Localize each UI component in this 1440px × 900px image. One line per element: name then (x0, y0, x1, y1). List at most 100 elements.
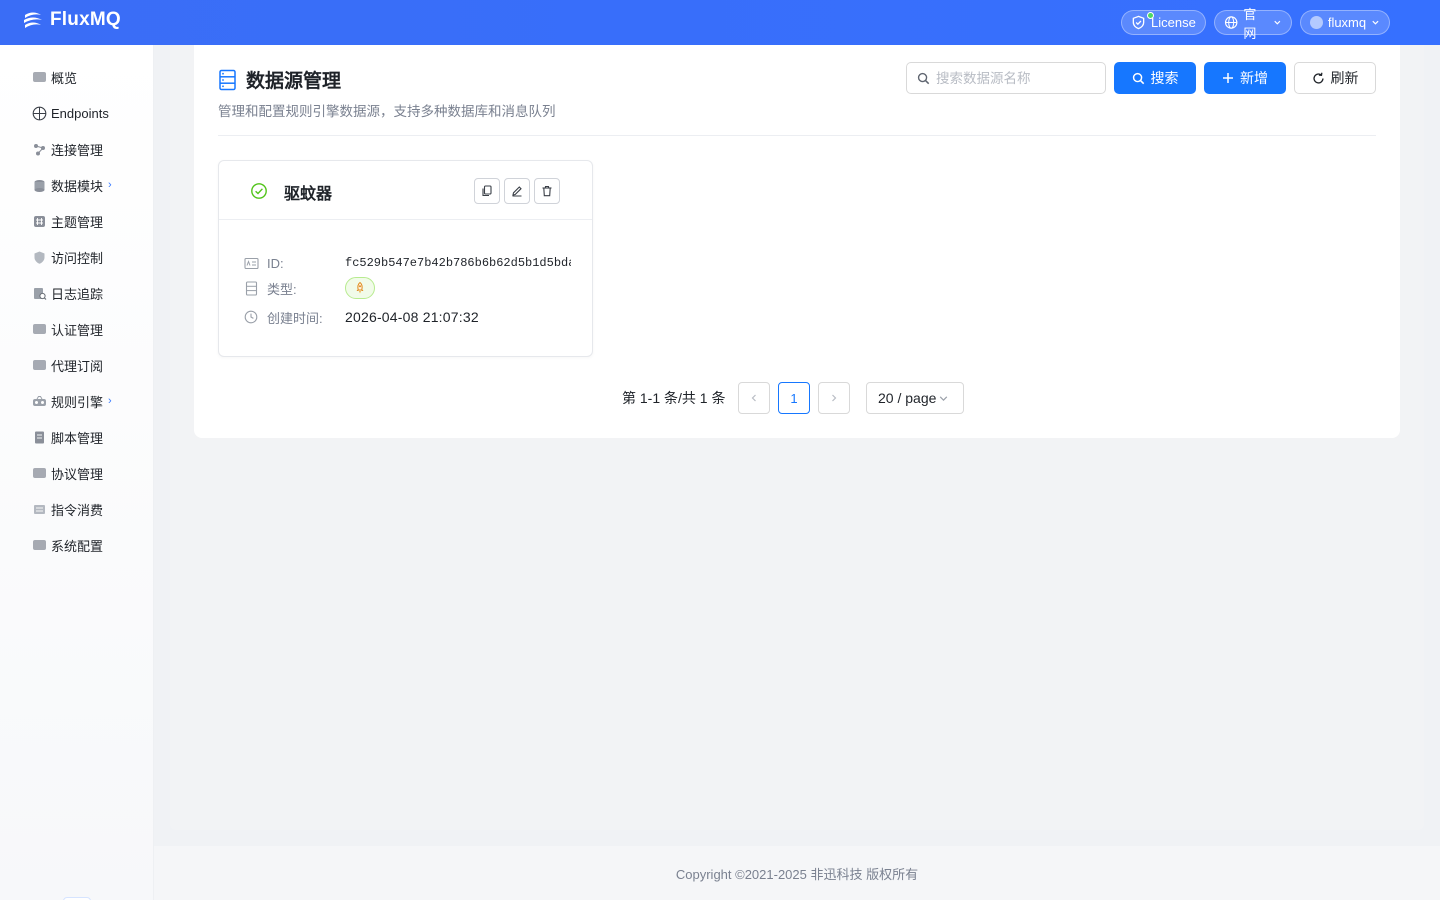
chevron-right-icon (832, 394, 837, 402)
page-header: 数据源管理 (218, 66, 341, 93)
sidebar-item-label: 协议管理 (51, 466, 104, 482)
sidebar-item-4[interactable]: 数据模块 › (32, 175, 112, 195)
rocket-icon (356, 281, 364, 294)
chevron-right-icon: › (108, 179, 112, 191)
auth-icon (32, 322, 47, 337)
copy-icon (482, 185, 492, 197)
avatar (1310, 16, 1323, 29)
datasource-card[interactable]: 驱蚊器 ID: fc529b547e7b42b786b6b62d5b1d5bda… (218, 160, 593, 357)
datasource-id: fc529b547e7b42b786b6b62d5b1d5bda (345, 256, 571, 270)
app-logo[interactable]: FluxMQ (22, 9, 121, 31)
official-site-dropdown[interactable]: 官网 (1214, 7, 1292, 41)
dashboard-icon (32, 70, 47, 85)
sidebar-item-label: 连接管理 (51, 142, 104, 158)
sidebar-item-5[interactable]: 主题管理 (32, 211, 103, 231)
datasource-id-row: ID: fc529b547e7b42b786b6b62d5b1d5bda (243, 253, 571, 273)
add-button-label: 新增 (1240, 70, 1268, 86)
prev-page-button[interactable] (738, 382, 770, 414)
chevron-down-icon (1372, 20, 1379, 25)
sidebar-item-3[interactable]: 连接管理 (32, 139, 103, 159)
proxy-icon (32, 358, 47, 373)
sidebar-item-label: 主题管理 (51, 214, 104, 230)
id-card-icon (243, 257, 259, 269)
refresh-icon (1312, 72, 1324, 84)
sidebar-item-label: 概览 (51, 70, 78, 86)
plus-icon (1223, 73, 1233, 83)
sidebar-item-12[interactable]: 协议管理 (32, 463, 103, 483)
datasource-card-header: 驱蚊器 (219, 161, 592, 220)
sidebar-item-label: 脚本管理 (51, 430, 104, 446)
sidebar-item-10[interactable]: 规则引擎 › (32, 391, 112, 411)
settings-icon (32, 538, 47, 553)
sidebar-item-14[interactable]: 系统配置 (32, 535, 103, 555)
search-icon (1132, 72, 1144, 84)
pagination-summary: 第 1-1 条/共 1 条 (622, 390, 726, 406)
datasource-name: 驱蚊器 (284, 186, 333, 203)
edit-button[interactable] (504, 178, 530, 204)
top-header: FluxMQ License 官网 fluxmq (0, 0, 1440, 45)
sidebar-item-8[interactable]: 认证管理 (32, 319, 103, 339)
sidebar-item-9[interactable]: 代理订阅 (32, 355, 103, 375)
log-search-icon (32, 286, 47, 301)
sidebar-item-label: 指令消费 (51, 502, 104, 518)
sidebar-item-2[interactable]: Endpoints (32, 103, 109, 123)
license-label: License (1151, 15, 1196, 30)
sidebar-item-label: 数据模块 (51, 178, 104, 194)
sidebar-item-6[interactable]: 访问控制 (32, 247, 103, 267)
official-site-label: 官网 (1243, 6, 1257, 41)
footer: Copyright ©2021-2025 非迅科技 版权所有 (154, 846, 1440, 900)
globe-icon (1224, 16, 1238, 29)
id-label: ID: (267, 255, 284, 271)
hash-icon (32, 214, 47, 229)
page-size-select[interactable]: 20 / page (866, 382, 964, 414)
sidebar-item-11[interactable]: 脚本管理 (32, 427, 103, 447)
sidebar-item-label: Endpoints (51, 105, 109, 121)
script-icon (32, 430, 47, 445)
shield-check-icon (1132, 15, 1145, 30)
network-icon (32, 142, 47, 157)
search-field[interactable] (906, 62, 1106, 94)
chevron-down-icon (1274, 20, 1281, 25)
sidebar-item-1[interactable]: 概览 (32, 67, 77, 87)
trash-icon (542, 185, 552, 197)
add-button[interactable]: 新增 (1204, 62, 1286, 94)
copy-button[interactable] (474, 178, 500, 204)
sidebar-item-7[interactable]: 日志追踪 (32, 283, 103, 303)
user-menu[interactable]: fluxmq (1300, 10, 1390, 35)
sidebar: 概览 Endpoints 连接管理数据模块 › 主题管理访问控制日志追踪认证管理代理订阅… (0, 45, 154, 900)
sidebar-item-label: 系统配置 (51, 538, 104, 554)
sidebar-item-label: 认证管理 (51, 322, 104, 338)
clock-icon (244, 310, 258, 324)
delete-button[interactable] (534, 178, 560, 204)
copyright-text: Copyright ©2021-2025 非迅科技 版权所有 (675, 866, 919, 882)
type-badge (345, 277, 375, 299)
license-button[interactable]: License (1121, 10, 1206, 35)
search-icon (917, 72, 930, 84)
logo-icon (24, 12, 42, 28)
search-button[interactable]: 搜索 (1114, 62, 1196, 94)
page-1-button[interactable]: 1 (778, 382, 810, 414)
server-icon (245, 280, 257, 296)
username-label: fluxmq (1327, 15, 1367, 30)
database-icon (32, 178, 47, 193)
rule-engine-icon (32, 394, 47, 409)
protocol-icon (32, 466, 47, 481)
license-status-dot (1147, 12, 1154, 19)
command-icon (32, 502, 47, 517)
chevron-right-icon: › (108, 395, 112, 407)
database-icon (219, 69, 236, 90)
type-label: 类型: (267, 281, 297, 297)
search-input[interactable] (936, 70, 1096, 86)
sidebar-item-13[interactable]: 指令消费 (32, 499, 103, 519)
app-name: FluxMQ (50, 9, 121, 30)
edit-icon (512, 186, 522, 197)
refresh-button-label: 刷新 (1330, 70, 1359, 86)
next-page-button[interactable] (818, 382, 850, 414)
page-title: 数据源管理 (246, 71, 342, 92)
sidebar-item-label: 日志追踪 (51, 286, 104, 302)
shield-icon (32, 250, 47, 265)
chevron-down-icon (940, 395, 948, 401)
crosshair-icon (32, 106, 47, 121)
refresh-button[interactable]: 刷新 (1294, 62, 1376, 94)
sidebar-item-label: 规则引擎 (51, 394, 104, 410)
